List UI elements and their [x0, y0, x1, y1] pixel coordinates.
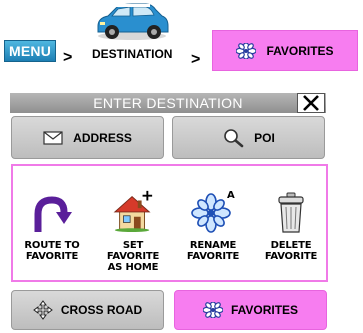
rename-favorite-button[interactable]: A RENAME FAVORITE [176, 166, 250, 280]
car-icon [97, 3, 169, 40]
favorites-label: FAVORITES [230, 303, 299, 317]
house-plus-icon [113, 190, 153, 233]
menu-button-label: MENU [8, 43, 52, 59]
breadcrumb-favorites[interactable]: FAVORITES [212, 30, 358, 71]
breadcrumb-favorites-label: FAVORITES [266, 43, 334, 58]
set-favorite-as-home-label: SET FAVORITE AS HOME [106, 240, 160, 273]
cross-road-label: CROSS ROAD [60, 303, 143, 317]
flower-rename-icon: A [191, 190, 235, 233]
menu-button[interactable]: MENU [4, 40, 56, 62]
envelope-icon [43, 130, 63, 145]
breadcrumb-separator: > [191, 51, 201, 68]
tab-poi-label: POI [254, 130, 275, 145]
flower-icon [202, 302, 223, 318]
dialog-title: ENTER DESTINATION [93, 95, 243, 111]
favorites-options-panel: ROUTE TO FAVORITE SET FAVORITE AS HOME A… [11, 164, 328, 282]
delete-favorite-button[interactable]: DELETE FAVORITE [254, 166, 328, 280]
route-arrow-icon [34, 196, 72, 232]
set-favorite-as-home-button[interactable]: SET FAVORITE AS HOME [96, 166, 170, 280]
tab-poi[interactable]: POI [172, 116, 325, 159]
magnifier-icon [224, 128, 244, 147]
close-button[interactable] [297, 93, 325, 113]
favorites-button[interactable]: FAVORITES [174, 290, 327, 330]
flower-icon [236, 42, 257, 59]
cross-road-button[interactable]: CROSS ROAD [11, 290, 164, 330]
rename-favorite-label: RENAME FAVORITE [186, 240, 240, 262]
cross-arrows-icon [32, 300, 53, 320]
close-icon [303, 95, 319, 111]
tab-address-label: ADDRESS [73, 130, 132, 145]
breadcrumb-destination[interactable]: DESTINATION [92, 42, 172, 66]
route-to-favorite-button[interactable]: ROUTE TO FAVORITE [15, 166, 89, 280]
breadcrumb-separator: > [63, 49, 73, 66]
svg-text:A: A [227, 190, 235, 201]
delete-favorite-label: DELETE FAVORITE [264, 240, 318, 262]
dialog-title-bar: ENTER DESTINATION [10, 93, 326, 113]
breadcrumb-destination-label: DESTINATION [92, 47, 173, 61]
tab-address[interactable]: ADDRESS [11, 116, 164, 159]
trash-can-icon [278, 192, 304, 233]
route-to-favorite-label: ROUTE TO FAVORITE [24, 240, 80, 262]
